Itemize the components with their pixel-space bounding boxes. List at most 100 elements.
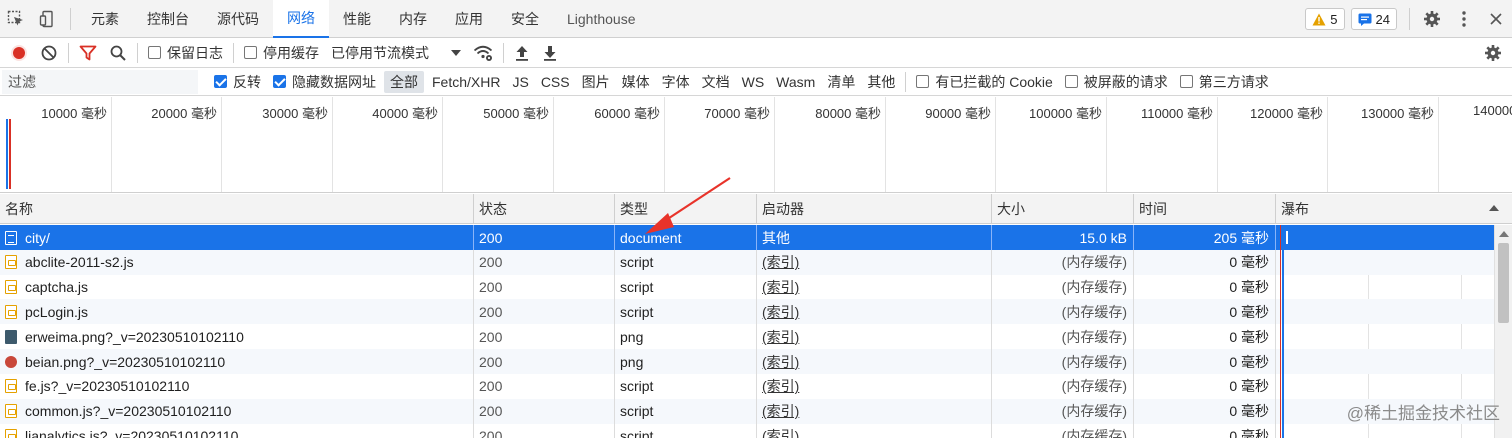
device-toolbar-icon[interactable] bbox=[32, 0, 64, 38]
tab-elements[interactable]: 元素 bbox=[77, 0, 133, 38]
type-filter-10[interactable]: 清单 bbox=[821, 68, 861, 96]
tab-security[interactable]: 安全 bbox=[497, 0, 553, 38]
inspect-element-icon[interactable] bbox=[0, 0, 32, 38]
disable-cache-checkbox[interactable]: 停用缓存 bbox=[238, 38, 325, 68]
record-button[interactable] bbox=[0, 38, 34, 68]
column-header-time[interactable]: 时间 bbox=[1134, 194, 1276, 224]
invert-check[interactable] bbox=[214, 75, 227, 88]
request-row[interactable]: beian.png?_v=20230510102110 200 png (索引) (内存… bbox=[0, 349, 1494, 374]
type-filter-1[interactable]: Fetch/XHR bbox=[426, 68, 506, 96]
initiator-text[interactable]: (索引) bbox=[762, 302, 799, 322]
hide-data-urls-check[interactable] bbox=[273, 75, 286, 88]
invert-checkbox[interactable]: 反转 bbox=[208, 68, 267, 96]
tab-network[interactable]: 网络 bbox=[273, 0, 329, 38]
third-party-check[interactable] bbox=[1179, 75, 1193, 88]
initiator-text[interactable]: (索引) bbox=[762, 352, 799, 372]
cell-time: 0 毫秒 bbox=[1134, 349, 1276, 374]
scroll-up-arrow-icon[interactable] bbox=[1499, 230, 1509, 237]
cell-initiator[interactable]: (索引) bbox=[757, 249, 992, 275]
name-text: fe.js?_v=20230510102110 bbox=[25, 378, 190, 395]
initiator-text[interactable]: (索引) bbox=[762, 327, 799, 347]
request-row[interactable]: fe.js?_v=20230510102110 200 script (索引) (内存缓… bbox=[0, 373, 1494, 399]
initiator-text[interactable]: (索引) bbox=[762, 401, 799, 421]
filter-input[interactable] bbox=[2, 69, 198, 94]
status-text: 200 bbox=[479, 328, 503, 345]
type-filter-8[interactable]: WS bbox=[736, 68, 771, 96]
hide-data-urls-checkbox[interactable]: 隐藏数据网址 bbox=[267, 68, 382, 96]
initiator-text[interactable]: (索引) bbox=[762, 277, 799, 297]
import-har-button[interactable] bbox=[508, 38, 536, 68]
cell-initiator[interactable]: (索引) bbox=[757, 274, 992, 300]
type-filter-3[interactable]: CSS bbox=[535, 68, 576, 96]
type-filter-6[interactable]: 字体 bbox=[656, 68, 696, 96]
initiator-text[interactable]: (索引) bbox=[762, 426, 799, 438]
type-filter-9[interactable]: Wasm bbox=[770, 68, 821, 96]
cell-initiator[interactable]: (索引) bbox=[757, 398, 992, 424]
cell-initiator[interactable]: (索引) bbox=[757, 423, 992, 438]
cell-initiator[interactable]: (索引) bbox=[757, 299, 992, 325]
initiator-text[interactable]: (索引) bbox=[762, 252, 799, 272]
close-devtools-icon[interactable] bbox=[1480, 0, 1512, 38]
blocked-requests-check[interactable] bbox=[1064, 75, 1078, 88]
third-party-checkbox[interactable]: 第三方请求 bbox=[1174, 68, 1275, 96]
type-filter-2[interactable]: JS bbox=[506, 68, 534, 96]
overview-gridline bbox=[995, 97, 996, 192]
request-row[interactable]: captcha.js 200 script (索引) (内存缓存) 0 毫秒 bbox=[0, 274, 1494, 300]
column-header-initiator[interactable]: 启动器 bbox=[757, 194, 992, 224]
network-overview-timeline[interactable]: 10000 毫秒 20000 毫秒 30000 毫秒 40000 毫秒 50000 毫秒… bbox=[0, 97, 1512, 193]
request-row[interactable]: lianalytics.js?_v=20230510102110 200 scrip… bbox=[0, 423, 1494, 438]
column-header-name[interactable]: 名称 bbox=[0, 194, 474, 224]
type-filter-5[interactable]: 媒体 bbox=[616, 68, 656, 96]
waterfall-load-line bbox=[1280, 423, 1281, 438]
request-row[interactable]: pcLogin.js 200 script (索引) (内存缓存) 0 毫秒 bbox=[0, 299, 1494, 325]
blocked-requests-checkbox[interactable]: 被屏蔽的请求 bbox=[1059, 68, 1174, 96]
dom-content-loaded-marker bbox=[6, 119, 8, 189]
initiator-text[interactable]: (索引) bbox=[762, 376, 799, 396]
name-text: pcLogin.js bbox=[25, 303, 89, 320]
tab-performance[interactable]: 性能 bbox=[329, 0, 385, 38]
disable-cache-check[interactable] bbox=[244, 46, 257, 59]
cell-size: (内存缓存) bbox=[992, 349, 1134, 374]
type-filter-0[interactable]: 全部 bbox=[384, 70, 424, 93]
more-options-icon[interactable] bbox=[1448, 0, 1480, 38]
tab-console[interactable]: 控制台 bbox=[133, 0, 203, 38]
type-filter-7[interactable]: 文档 bbox=[696, 68, 736, 96]
tab-lighthouse[interactable]: Lighthouse bbox=[553, 0, 650, 38]
tab-sources[interactable]: 源代码 bbox=[203, 0, 273, 38]
type-filter-4[interactable]: 图片 bbox=[576, 68, 616, 96]
request-row[interactable]: erweima.png?_v=20230510102110 200 png (索引) (… bbox=[0, 324, 1494, 350]
tab-application[interactable]: 应用 bbox=[441, 0, 497, 38]
clear-button[interactable] bbox=[34, 38, 64, 68]
preserve-log-checkbox[interactable]: 保留日志 bbox=[142, 38, 229, 68]
filter-toggle-button[interactable] bbox=[73, 38, 103, 68]
request-row[interactable]: abclite-2011-s2.js 200 script (索引) (内存缓存) 0 毫… bbox=[0, 249, 1494, 275]
column-header-type[interactable]: 类型 bbox=[615, 194, 757, 224]
export-har-button[interactable] bbox=[536, 38, 564, 68]
cell-initiator[interactable]: (索引) bbox=[757, 324, 992, 350]
settings-gear-icon[interactable] bbox=[1416, 0, 1448, 38]
request-row[interactable]: city/200 document 其他 15.0 kB 205 毫秒 bbox=[0, 225, 1494, 250]
network-conditions-button[interactable] bbox=[467, 38, 499, 68]
messages-badge[interactable]: 24 bbox=[1350, 8, 1397, 30]
status-text: 200 bbox=[479, 403, 503, 420]
search-button[interactable] bbox=[103, 38, 133, 68]
tab-memory[interactable]: 内存 bbox=[385, 0, 441, 38]
sort-ascending-icon[interactable] bbox=[1489, 204, 1499, 212]
warnings-badge[interactable]: 5 bbox=[1305, 8, 1345, 30]
type-text: png bbox=[620, 328, 644, 345]
cell-initiator[interactable]: (索引) bbox=[757, 373, 992, 399]
size-text: (内存缓存) bbox=[1061, 279, 1127, 296]
blocked-cookies-check[interactable] bbox=[916, 75, 930, 88]
request-row[interactable]: common.js?_v=20230510102110 200 script (索引)… bbox=[0, 398, 1494, 424]
column-header-status[interactable]: 状态 bbox=[474, 194, 615, 224]
blocked-cookies-checkbox[interactable]: 有已拦截的 Cookie bbox=[910, 68, 1058, 96]
scrollbar-thumb[interactable] bbox=[1498, 243, 1509, 323]
column-header-waterfall[interactable]: 瀑布 bbox=[1276, 194, 1494, 224]
type-filter-11[interactable]: 其他 bbox=[861, 68, 901, 96]
cell-initiator[interactable]: (索引) bbox=[757, 349, 992, 374]
network-settings-button[interactable] bbox=[1478, 38, 1508, 68]
cell-type: script bbox=[615, 249, 757, 275]
throttling-select[interactable]: 已停用节流模式 bbox=[325, 38, 467, 68]
column-header-size[interactable]: 大小 bbox=[992, 194, 1134, 224]
preserve-log-check[interactable] bbox=[148, 46, 161, 59]
